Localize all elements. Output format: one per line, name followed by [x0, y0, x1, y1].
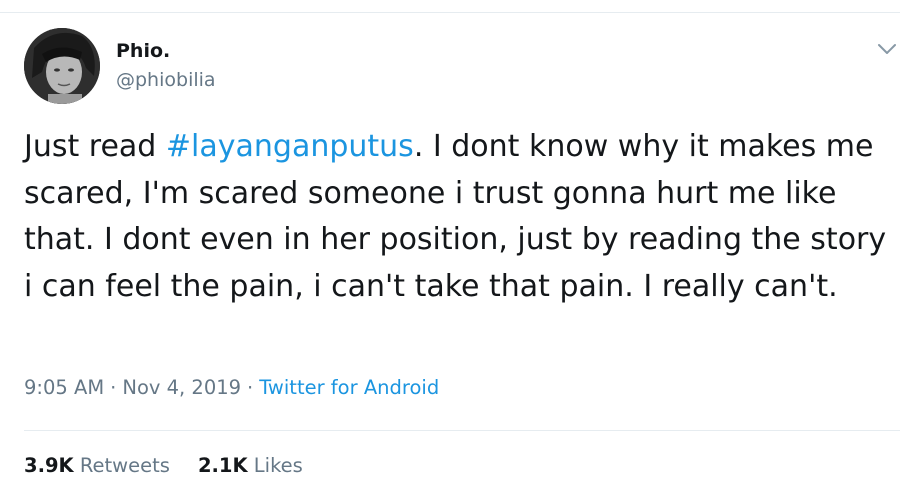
retweets-label: Retweets [79, 454, 170, 477]
chevron-down-icon[interactable] [876, 40, 898, 58]
tweet-meta: 9:05 AM · Nov 4, 2019 · Twitter for Android [24, 376, 439, 399]
tweet-source-link[interactable]: Twitter for Android [259, 376, 439, 399]
retweets-count: 3.9K [24, 454, 74, 477]
tweet-stats: 3.9K Retweets 2.1K Likes [24, 454, 303, 477]
stats-divider [24, 430, 900, 431]
tweet-text-start: Just read [24, 129, 166, 164]
likes-stat[interactable]: 2.1K Likes [198, 454, 303, 477]
tweet-time[interactable]: 9:05 AM [24, 376, 104, 399]
likes-count: 2.1K [197, 454, 248, 477]
avatar[interactable] [24, 28, 100, 104]
meta-separator: · [110, 376, 117, 399]
meta-separator: · [247, 376, 254, 399]
likes-label: Likes [253, 454, 303, 477]
tweet-date[interactable]: Nov 4, 2019 [122, 376, 241, 399]
tweet-text: Just read #layanganputus. I dont know wh… [24, 124, 890, 310]
avatar-photo [24, 28, 100, 104]
author-handle[interactable]: @phiobilia [116, 69, 216, 91]
author-name[interactable]: Phio. [116, 40, 170, 62]
hashtag-link[interactable]: #layanganputus [166, 129, 414, 164]
top-divider [0, 12, 900, 13]
retweets-stat[interactable]: 3.9K Retweets [24, 454, 170, 477]
